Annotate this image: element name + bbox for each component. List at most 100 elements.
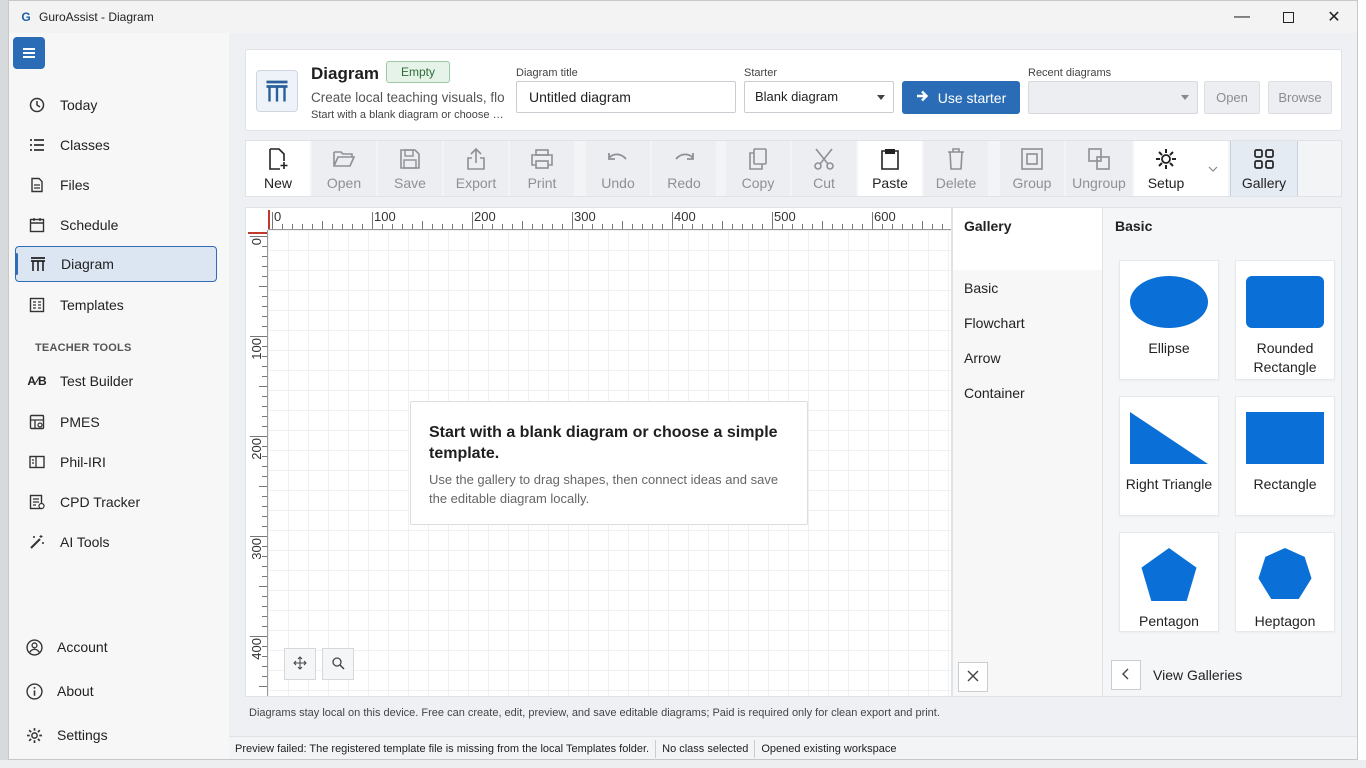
export-button[interactable]: Export xyxy=(444,141,508,196)
sidebar-item-templates[interactable]: Templates xyxy=(15,287,217,323)
cut-button[interactable]: Cut xyxy=(792,141,856,196)
tracker-icon xyxy=(28,493,46,511)
save-button[interactable]: Save xyxy=(378,141,442,196)
page-hint: Start with a blank diagram or choose a s… xyxy=(311,109,507,121)
paste-button[interactable]: Paste xyxy=(858,141,922,196)
setup-button[interactable]: Setup xyxy=(1134,141,1198,196)
title-bar: G GuroAssist - Diagram — ✕ xyxy=(9,1,1357,33)
page-title: Diagram xyxy=(311,64,380,83)
shape-ellipse[interactable]: Ellipse xyxy=(1119,260,1219,380)
delete-button[interactable]: Delete xyxy=(924,141,988,196)
category-container[interactable]: Container xyxy=(964,385,1025,401)
category-basic[interactable]: Basic xyxy=(964,280,998,296)
gallery-categories: Gallery Basic Flowchart Arrow Container xyxy=(953,208,1103,696)
recent-diagrams-label: Recent diagrams xyxy=(1028,67,1112,79)
print-button[interactable]: Print xyxy=(510,141,574,196)
empty-state-body: Use the gallery to drag shapes, then con… xyxy=(429,472,779,506)
print-label: Print xyxy=(527,175,557,191)
ruler-y-label: 100 xyxy=(249,338,264,360)
category-flowchart[interactable]: Flowchart xyxy=(964,315,1025,331)
diagram-title-input[interactable] xyxy=(516,81,736,113)
shape-list: Basic Ellipse Rounded Rectangle Right Tr… xyxy=(1103,208,1341,696)
ellipse-shape-icon xyxy=(1130,276,1208,328)
group-button[interactable]: Group xyxy=(1000,141,1064,196)
redo-label: Redo xyxy=(667,175,701,191)
shape-pentagon[interactable]: Pentagon xyxy=(1119,532,1219,632)
sidebar-item-schedule[interactable]: Schedule xyxy=(15,207,217,243)
copy-button[interactable]: Copy xyxy=(726,141,790,196)
gallery-title: Gallery xyxy=(964,218,1012,234)
sidebar-item-pmes[interactable]: PMES xyxy=(15,404,217,440)
new-button[interactable]: New xyxy=(246,141,310,196)
close-gallery-button[interactable] xyxy=(958,662,988,692)
open-button[interactable]: Open xyxy=(312,141,376,196)
shape-right-triangle[interactable]: Right Triangle xyxy=(1119,396,1219,516)
back-button[interactable] xyxy=(1111,660,1141,690)
category-arrow[interactable]: Arrow xyxy=(964,350,1001,366)
use-starter-button[interactable]: Use starter xyxy=(902,81,1020,114)
ungroup-icon xyxy=(1087,147,1111,171)
menu-button[interactable] xyxy=(13,37,45,69)
sidebar-item-settings[interactable]: Settings xyxy=(15,717,217,753)
open-recent-button[interactable]: Open xyxy=(1204,81,1260,114)
ruler-y-label: 200 xyxy=(249,438,264,460)
undo-button[interactable]: Undo xyxy=(586,141,650,196)
view-galleries-link[interactable]: View Galleries xyxy=(1153,667,1242,683)
diagram-canvas[interactable]: 0 100 200 300 400 500 600 0 100 200 300 400 Start … xyxy=(245,207,952,697)
info-icon xyxy=(25,682,43,700)
redo-button[interactable]: Redo xyxy=(652,141,716,196)
sidebar-item-test-builder[interactable]: A⁄B Test Builder xyxy=(15,363,217,399)
browse-button[interactable]: Browse xyxy=(1268,81,1332,114)
gallery-label: Gallery xyxy=(1241,175,1287,191)
diagram-icon xyxy=(256,70,298,112)
sidebar-item-label: PMES xyxy=(60,414,100,430)
starter-select[interactable]: Blank diagram xyxy=(744,81,894,113)
group-icon xyxy=(1020,147,1044,171)
sidebar-item-classes[interactable]: Classes xyxy=(15,127,217,163)
book-icon xyxy=(28,453,46,471)
ab-icon: A⁄B xyxy=(27,374,47,388)
sidebar-item-ai-tools[interactable]: AI Tools xyxy=(15,524,217,560)
list-icon xyxy=(28,136,46,154)
status-bar: Preview failed: The registered template … xyxy=(229,736,1357,759)
pan-button[interactable] xyxy=(284,648,316,680)
chevron-down-icon xyxy=(1208,157,1218,181)
heptagon-shape-icon xyxy=(1258,547,1312,600)
close-button[interactable]: ✕ xyxy=(1311,1,1357,33)
zoom-button[interactable] xyxy=(322,648,354,680)
shape-rectangle[interactable]: Rectangle xyxy=(1235,396,1335,516)
shape-label: Right Triangle xyxy=(1125,476,1213,492)
ungroup-label: Ungroup xyxy=(1072,175,1126,191)
close-icon: ✕ xyxy=(1327,9,1341,26)
sidebar-item-about[interactable]: About xyxy=(15,673,217,709)
shape-heptagon[interactable]: Heptagon xyxy=(1235,532,1335,632)
group-label: Group xyxy=(1012,175,1052,191)
gallery-button[interactable]: Gallery xyxy=(1230,141,1298,196)
clipboard-icon xyxy=(880,147,900,171)
gear-icon xyxy=(25,726,43,744)
grid-icon xyxy=(1253,147,1275,171)
shape-label: Ellipse xyxy=(1148,340,1190,356)
ungroup-button[interactable]: Ungroup xyxy=(1066,141,1132,196)
setup-dropdown-button[interactable] xyxy=(1198,141,1228,196)
recent-diagrams-select[interactable] xyxy=(1028,81,1198,114)
sidebar-item-phil-iri[interactable]: Phil-IRI xyxy=(15,444,217,480)
page-subtitle: Create local teaching visuals, flo xyxy=(311,90,505,105)
export-icon xyxy=(466,147,486,171)
sidebar-item-cpd-tracker[interactable]: CPD Tracker xyxy=(15,484,217,520)
sidebar-item-today[interactable]: Today xyxy=(15,87,217,123)
pentagon-shape-icon xyxy=(1141,547,1197,602)
shape-label: Heptagon xyxy=(1254,613,1316,629)
sidebar-item-label: CPD Tracker xyxy=(60,494,141,510)
gallery-header: Gallery xyxy=(953,208,1102,270)
chevron-left-icon xyxy=(1122,667,1130,683)
sidebar-item-label: Diagram xyxy=(61,256,114,272)
minimize-button[interactable]: — xyxy=(1219,1,1265,33)
shape-rounded-rectangle[interactable]: Rounded Rectangle xyxy=(1235,260,1335,380)
sidebar-item-account[interactable]: Account xyxy=(15,629,217,665)
use-starter-label: Use starter xyxy=(937,89,1007,106)
sidebar-item-files[interactable]: Files xyxy=(15,167,217,203)
header-card: Diagram Empty Create local teaching visu… xyxy=(245,49,1342,131)
sidebar-item-diagram[interactable]: Diagram xyxy=(15,246,217,282)
maximize-button[interactable] xyxy=(1265,1,1311,33)
